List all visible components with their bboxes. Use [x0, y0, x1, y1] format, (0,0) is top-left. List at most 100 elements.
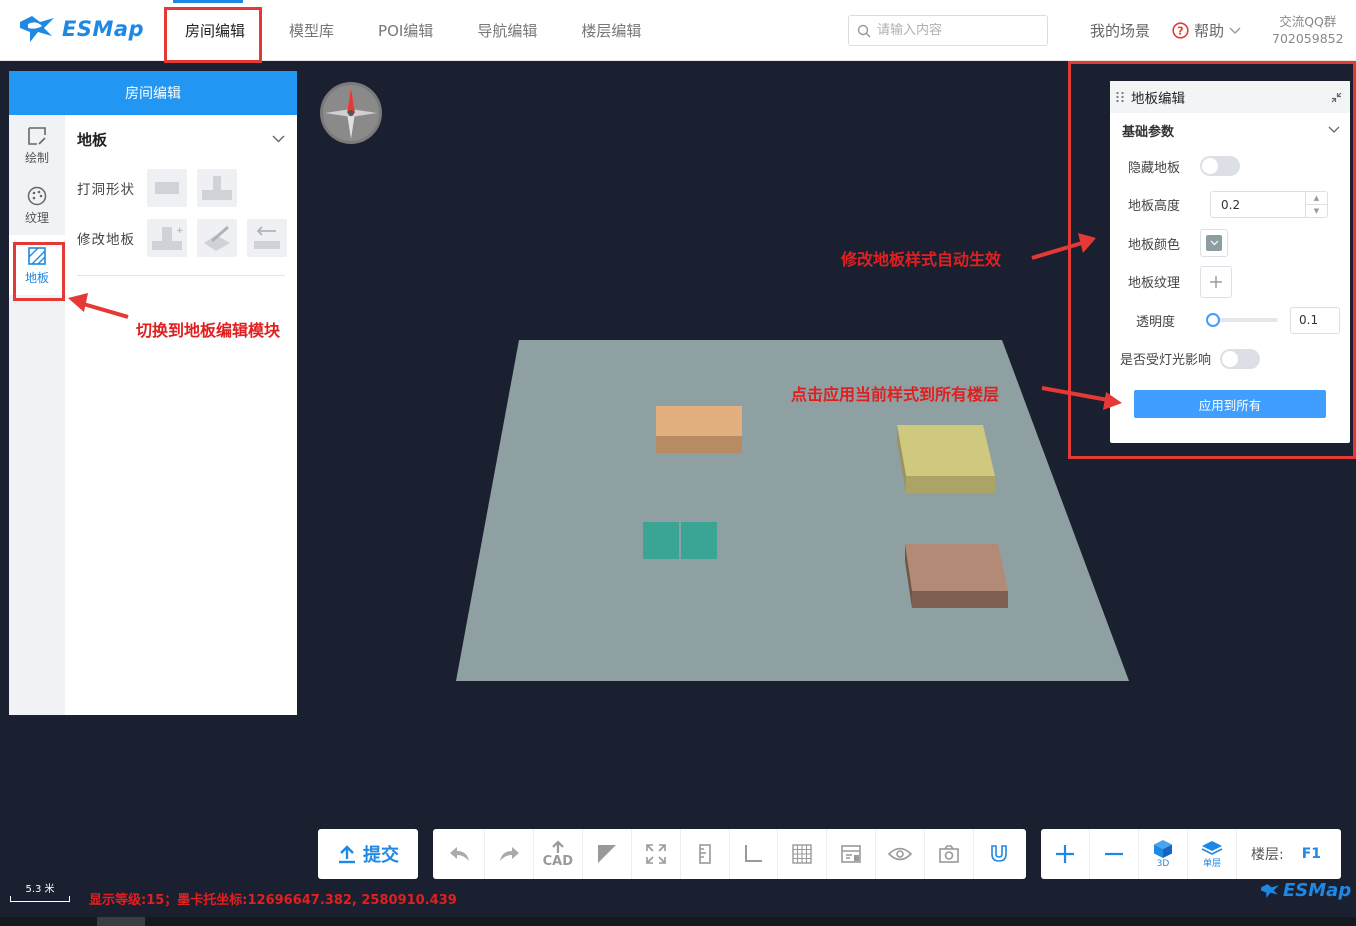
- hide-floor-label: 隐藏地板: [1128, 160, 1181, 176]
- apply-to-all-button[interactable]: 应用到所有: [1134, 390, 1326, 418]
- collapse-icon[interactable]: [1331, 92, 1342, 103]
- annotation-apply-all: 点击应用当前样式到所有楼层: [791, 385, 1000, 404]
- section-divider: [77, 275, 285, 276]
- right-angle-icon: [745, 845, 763, 862]
- slider-handle[interactable]: [1206, 313, 1220, 328]
- angle-button[interactable]: [730, 829, 779, 879]
- logo-text: ESMap: [62, 17, 145, 41]
- esmap-logo[interactable]: ESMap: [18, 14, 144, 44]
- submit-label: 提交: [363, 845, 399, 866]
- left-panel-tabs: 绘制 纹理 地板: [9, 115, 65, 715]
- opacity-row: 透明度 0.1: [1110, 301, 1350, 340]
- left-panel: 房间编辑 绘制 纹理 地板 地板 打洞形状 修改地板 +: [9, 71, 297, 715]
- basic-params-header[interactable]: 基础参数: [1110, 113, 1350, 147]
- rect-hole-button[interactable]: [147, 169, 187, 207]
- room-block-orange[interactable]: [656, 406, 742, 453]
- floor-icon: [28, 246, 46, 265]
- expand-icon: [645, 844, 666, 864]
- nav-label: 房间编辑: [185, 22, 246, 40]
- top-right-menu: 我的场景 ? 帮助: [1090, 0, 1241, 61]
- fullscreen-button[interactable]: [632, 829, 681, 879]
- undo-floor-button[interactable]: [247, 219, 287, 257]
- left-panel-header: 房间编辑: [9, 71, 297, 115]
- bottom-strip: [0, 917, 1356, 926]
- nav-poi-edit[interactable]: POI编辑: [356, 0, 455, 61]
- add-floor-point-button[interactable]: +: [147, 219, 187, 257]
- rectangle-icon: [155, 182, 179, 194]
- hide-floor-toggle[interactable]: [1200, 156, 1240, 177]
- decrement-button[interactable]: ▼: [1306, 205, 1327, 217]
- add-point-icon: +: [152, 226, 184, 250]
- basic-params-title: 基础参数: [1122, 124, 1175, 140]
- tab-floor[interactable]: 地板: [9, 235, 65, 295]
- zoom-out-button[interactable]: [1090, 829, 1139, 879]
- corner-tool-button[interactable]: [583, 829, 632, 879]
- floor-color-picker[interactable]: [1200, 229, 1228, 258]
- modify-floor-row: 修改地板 +: [71, 213, 291, 263]
- light-affect-toggle[interactable]: [1220, 348, 1260, 369]
- snap-button[interactable]: [974, 829, 1023, 879]
- undo-icon: [449, 847, 469, 861]
- hole-shape-label: 打洞形状: [77, 182, 135, 198]
- opacity-slider[interactable]: [1206, 313, 1278, 328]
- floor-height-input[interactable]: [1211, 197, 1307, 212]
- esmap-logo-icon: [20, 16, 54, 42]
- add-texture-button[interactable]: [1200, 265, 1232, 298]
- view-3d-button[interactable]: 3D: [1139, 829, 1188, 879]
- cube-icon: [1154, 840, 1172, 858]
- t-shape-hole-button[interactable]: [197, 169, 237, 207]
- room-block-yellow[interactable]: [897, 425, 995, 493]
- view-toolbar: 3D 单层 楼层: F1: [1041, 829, 1341, 879]
- floor-value: F1: [1301, 846, 1322, 862]
- tab-draw[interactable]: 绘制: [9, 115, 65, 175]
- redo-button[interactable]: [485, 829, 534, 879]
- floor-selector[interactable]: 楼层: F1: [1237, 844, 1321, 864]
- plus-icon: [1056, 845, 1074, 863]
- nav-room-edit[interactable]: 房间编辑: [163, 0, 267, 61]
- upload-icon: [552, 839, 564, 853]
- help-icon: ?: [1172, 22, 1189, 39]
- search-input[interactable]: [877, 23, 1037, 38]
- floor-height-row: 地板高度 ▲ ▼: [1110, 186, 1350, 225]
- floor-color-row: 地板颜色: [1110, 224, 1350, 263]
- plus-icon: [1210, 275, 1222, 288]
- my-scene-link[interactable]: 我的场景: [1090, 20, 1150, 41]
- nav-label: 楼层编辑: [581, 22, 642, 40]
- undo-button[interactable]: [436, 829, 485, 879]
- nav-model-library[interactable]: 模型库: [267, 0, 356, 61]
- section-title: 地板: [77, 130, 108, 149]
- layer-panel-button[interactable]: [827, 829, 877, 879]
- compass-icon[interactable]: [319, 81, 383, 145]
- single-floor-button[interactable]: 单层: [1188, 829, 1237, 879]
- zoom-in-button[interactable]: [1041, 829, 1090, 879]
- magnet-icon: [990, 845, 1007, 862]
- svg-text:+: +: [176, 226, 184, 236]
- visibility-button[interactable]: [876, 829, 926, 879]
- bottom-tab: [97, 917, 145, 926]
- floor-section-header[interactable]: 地板: [71, 115, 291, 163]
- cad-import-button[interactable]: CAD: [534, 829, 583, 879]
- help-menu[interactable]: ? 帮助: [1172, 20, 1241, 41]
- screenshot-button[interactable]: [925, 829, 975, 879]
- opacity-input[interactable]: 0.1: [1290, 306, 1340, 334]
- nav-floor-edit[interactable]: 楼层编辑: [559, 0, 663, 61]
- tab-texture[interactable]: 纹理: [9, 175, 65, 235]
- single-floor-label: 单层: [1202, 858, 1221, 869]
- light-affect-label: 是否受灯光影响: [1120, 353, 1212, 369]
- room-block-brown[interactable]: [905, 544, 1008, 608]
- submit-button[interactable]: 提交: [318, 829, 418, 879]
- tab-label: 绘制: [24, 150, 49, 165]
- main-nav: 房间编辑 模型库 POI编辑 导航编辑 楼层编辑: [163, 0, 663, 61]
- top-bar: ESMap 房间编辑 模型库 POI编辑 导航编辑 楼层编辑 我的场景 ? 帮助…: [0, 0, 1356, 61]
- edit-floor-shape-button[interactable]: [197, 219, 237, 257]
- increment-button[interactable]: ▲: [1306, 192, 1327, 206]
- eye-icon: [888, 847, 913, 861]
- left-panel-content: 地板 打洞形状 修改地板 +: [65, 115, 297, 715]
- drag-handle-icon[interactable]: [1115, 91, 1125, 103]
- scale-line: [10, 896, 70, 902]
- ruler-button[interactable]: [681, 829, 730, 879]
- grid-button[interactable]: [778, 829, 828, 879]
- svg-text:?: ?: [1177, 25, 1183, 38]
- modify-floor-label: 修改地板: [77, 232, 135, 248]
- nav-navigation-edit[interactable]: 导航编辑: [455, 0, 559, 61]
